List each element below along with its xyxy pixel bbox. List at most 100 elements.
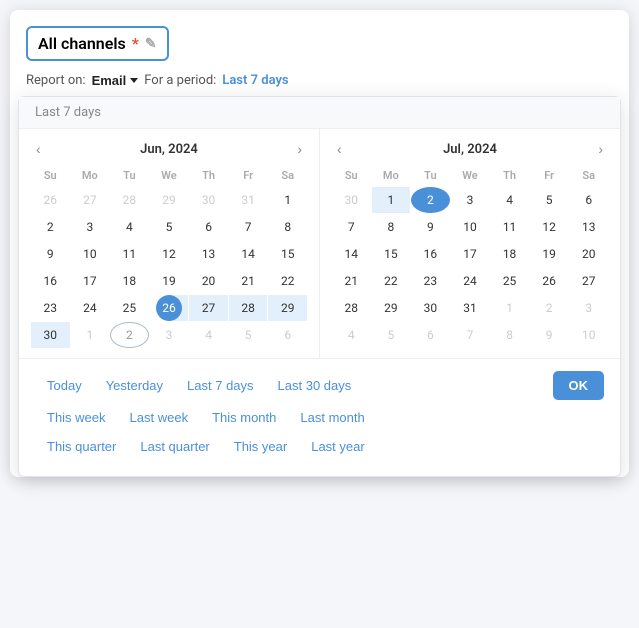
cal-date-cell[interactable]: 11 xyxy=(110,241,149,267)
cal-left-next[interactable]: › xyxy=(292,139,307,159)
cal-date-cell[interactable]: 19 xyxy=(530,241,569,267)
cal-date-cell[interactable]: 8 xyxy=(490,322,529,348)
cal-date-cell[interactable]: 1 xyxy=(71,322,110,348)
cal-date-cell[interactable]: 17 xyxy=(451,241,490,267)
shortcut-button[interactable]: Last quarter xyxy=(128,435,221,458)
cal-date-cell[interactable]: 28 xyxy=(229,295,268,321)
cal-date-cell[interactable]: 5 xyxy=(530,187,569,213)
cal-date-cell[interactable]: 4 xyxy=(110,214,149,240)
cal-date-cell[interactable]: 26 xyxy=(150,295,189,321)
cal-date-cell[interactable]: 7 xyxy=(229,214,268,240)
cal-date-cell[interactable]: 2 xyxy=(110,322,149,348)
cal-date-cell[interactable]: 16 xyxy=(411,241,450,267)
cal-date-cell[interactable]: 13 xyxy=(189,241,228,267)
cal-date-cell[interactable]: 2 xyxy=(31,214,70,240)
cal-date-cell[interactable]: 29 xyxy=(150,187,189,213)
cal-date-cell[interactable]: 12 xyxy=(150,241,189,267)
cal-date-cell[interactable]: 4 xyxy=(490,187,529,213)
shortcut-button[interactable]: This quarter xyxy=(35,435,128,458)
cal-date-cell[interactable]: 18 xyxy=(490,241,529,267)
cal-date-cell[interactable]: 23 xyxy=(411,268,450,294)
cal-date-cell[interactable]: 9 xyxy=(31,241,70,267)
cal-right-next[interactable]: › xyxy=(593,139,608,159)
channel-selector[interactable]: All channels * ✎ xyxy=(26,26,169,61)
cal-date-cell[interactable]: 3 xyxy=(451,187,490,213)
cal-date-cell[interactable]: 26 xyxy=(31,187,70,213)
cal-date-cell[interactable]: 1 xyxy=(372,187,411,213)
cal-date-cell[interactable]: 27 xyxy=(71,187,110,213)
shortcut-button[interactable]: Last year xyxy=(299,435,376,458)
cal-date-cell[interactable]: 14 xyxy=(332,241,371,267)
cal-date-cell[interactable]: 31 xyxy=(229,187,268,213)
cal-date-cell[interactable]: 20 xyxy=(189,268,228,294)
ok-button[interactable]: OK xyxy=(553,371,605,400)
cal-date-cell[interactable]: 10 xyxy=(71,241,110,267)
cal-date-cell[interactable]: 21 xyxy=(229,268,268,294)
cal-date-cell[interactable]: 1 xyxy=(268,187,307,213)
shortcut-button[interactable]: Last 7 days xyxy=(175,374,266,397)
shortcut-button[interactable]: Last month xyxy=(288,406,376,429)
cal-date-cell[interactable]: 8 xyxy=(268,214,307,240)
cal-date-cell[interactable]: 31 xyxy=(451,295,490,321)
cal-date-cell[interactable]: 26 xyxy=(530,268,569,294)
cal-date-cell[interactable]: 5 xyxy=(150,214,189,240)
cal-date-cell[interactable]: 29 xyxy=(372,295,411,321)
cal-date-cell[interactable]: 27 xyxy=(189,295,228,321)
cal-date-cell[interactable]: 28 xyxy=(332,295,371,321)
cal-date-cell[interactable]: 5 xyxy=(229,322,268,348)
cal-date-cell[interactable]: 2 xyxy=(530,295,569,321)
cal-date-cell[interactable]: 5 xyxy=(372,322,411,348)
cal-date-cell[interactable]: 30 xyxy=(411,295,450,321)
cal-date-cell[interactable]: 18 xyxy=(110,268,149,294)
shortcut-button[interactable]: Last 30 days xyxy=(266,374,364,397)
shortcut-button[interactable]: Today xyxy=(35,374,94,397)
cal-date-cell[interactable]: 4 xyxy=(189,322,228,348)
cal-date-cell[interactable]: 17 xyxy=(71,268,110,294)
cal-date-cell[interactable]: 22 xyxy=(268,268,307,294)
shortcut-button[interactable]: Yesterday xyxy=(94,374,175,397)
cal-date-cell[interactable]: 3 xyxy=(150,322,189,348)
cal-date-cell[interactable]: 10 xyxy=(569,322,608,348)
cal-date-cell[interactable]: 16 xyxy=(31,268,70,294)
cal-date-cell[interactable]: 8 xyxy=(372,214,411,240)
cal-date-cell[interactable]: 22 xyxy=(372,268,411,294)
report-value-button[interactable]: Email xyxy=(92,73,139,88)
cal-date-cell[interactable]: 1 xyxy=(490,295,529,321)
cal-date-cell[interactable]: 4 xyxy=(332,322,371,348)
cal-date-cell[interactable]: 20 xyxy=(569,241,608,267)
cal-date-cell[interactable]: 14 xyxy=(229,241,268,267)
cal-date-cell[interactable]: 6 xyxy=(569,187,608,213)
cal-date-cell[interactable]: 30 xyxy=(332,187,371,213)
shortcut-button[interactable]: This year xyxy=(222,435,299,458)
period-value-link[interactable]: Last 7 days xyxy=(222,73,288,88)
cal-date-cell[interactable]: 11 xyxy=(490,214,529,240)
cal-date-cell[interactable]: 25 xyxy=(490,268,529,294)
cal-date-cell[interactable]: 24 xyxy=(71,295,110,321)
cal-date-cell[interactable]: 15 xyxy=(268,241,307,267)
cal-date-cell[interactable]: 28 xyxy=(110,187,149,213)
cal-date-cell[interactable]: 30 xyxy=(31,322,70,348)
shortcut-button[interactable]: This week xyxy=(35,406,118,429)
cal-left-prev[interactable]: ‹ xyxy=(31,139,46,159)
cal-date-cell[interactable]: 21 xyxy=(332,268,371,294)
shortcut-button[interactable]: This month xyxy=(200,406,288,429)
cal-date-cell[interactable]: 7 xyxy=(451,322,490,348)
cal-date-cell[interactable]: 27 xyxy=(569,268,608,294)
cal-date-cell[interactable]: 19 xyxy=(150,268,189,294)
cal-date-cell[interactable]: 30 xyxy=(189,187,228,213)
cal-date-cell[interactable]: 6 xyxy=(189,214,228,240)
cal-date-cell[interactable]: 6 xyxy=(268,322,307,348)
cal-right-prev[interactable]: ‹ xyxy=(332,139,347,159)
cal-date-cell[interactable]: 9 xyxy=(411,214,450,240)
cal-date-cell[interactable]: 23 xyxy=(31,295,70,321)
cal-date-cell[interactable]: 15 xyxy=(372,241,411,267)
shortcut-button[interactable]: Last week xyxy=(118,406,201,429)
cal-date-cell[interactable]: 2 xyxy=(411,187,450,213)
cal-date-cell[interactable]: 25 xyxy=(110,295,149,321)
cal-date-cell[interactable]: 9 xyxy=(530,322,569,348)
cal-date-cell[interactable]: 7 xyxy=(332,214,371,240)
cal-date-cell[interactable]: 10 xyxy=(451,214,490,240)
cal-date-cell[interactable]: 29 xyxy=(268,295,307,321)
cal-date-cell[interactable]: 3 xyxy=(569,295,608,321)
cal-date-cell[interactable]: 13 xyxy=(569,214,608,240)
